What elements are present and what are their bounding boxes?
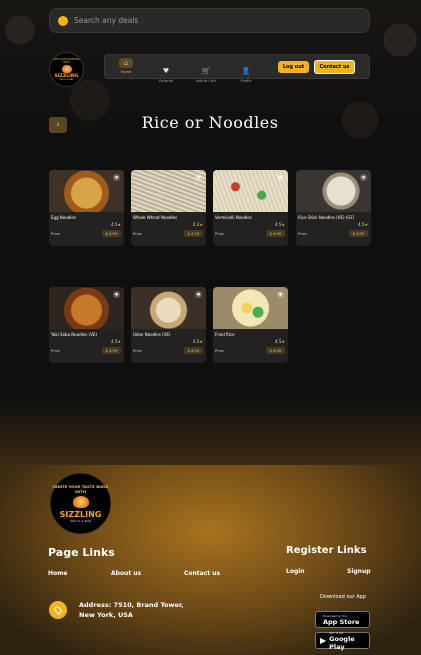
chevron-left-icon: ‹ [56, 120, 60, 130]
price-badge: $ 4.99 [183, 347, 203, 354]
star-icon: ★ [364, 222, 368, 227]
product-rating: 4.2★ [193, 222, 203, 227]
heart-icon[interactable]: ♥ [113, 174, 120, 181]
search-icon [58, 15, 68, 26]
product-name: Egg Noodles [51, 215, 76, 220]
product-rating: 4.5★ [275, 339, 285, 344]
price-label: Price [51, 232, 60, 236]
food-image: ♥ [213, 170, 288, 212]
food-image: ♥ [49, 170, 124, 212]
price-label: Price [51, 349, 60, 353]
price-badge: $ 4.99 [101, 347, 121, 354]
food-image: ♥ [296, 170, 371, 212]
price-label: Price [133, 232, 142, 236]
location-pin-icon [49, 601, 67, 619]
logo-name: SIZZLING [59, 510, 102, 519]
logo-sub: GRILLS & BAR [70, 519, 91, 523]
star-icon: ★ [117, 222, 121, 227]
page-title: Rice or Noodles [141, 113, 279, 132]
footer-link-signup[interactable]: Signup [347, 568, 371, 575]
app-store-button[interactable]: Download on the App Store [315, 611, 370, 628]
food-image: ♥ [131, 287, 206, 329]
logout-button[interactable]: Log out [278, 61, 309, 73]
product-name: Udon Noodles (VE) [133, 332, 171, 337]
play-icon: ▶ [320, 636, 327, 645]
footer-fade [0, 400, 421, 464]
food-image: ♥ [131, 170, 206, 212]
address-text: Address: 7510, Brand Tower, New York, US… [79, 601, 184, 619]
star-icon: ★ [199, 222, 203, 227]
nav-item-favorite[interactable]: ♥ Favorite [151, 58, 181, 83]
nav-item-profile[interactable]: 👤 Profile [231, 58, 261, 83]
heart-icon[interactable]: ♥ [113, 291, 120, 298]
heart-icon: ♥ [162, 67, 170, 75]
price-badge: $ 4.99 [265, 347, 285, 354]
product-name: Whole Wheat Noodles [133, 215, 178, 220]
food-image: ♥ [213, 287, 288, 329]
nav-label-cart: Add to Cart [196, 79, 216, 83]
product-name: Yaki Soba Noodles (VE) [51, 332, 98, 337]
food-image: ♥ [49, 287, 124, 329]
price-label: Price [133, 349, 142, 353]
price-badge: $ 4.99 [265, 230, 285, 237]
search-bar[interactable] [49, 8, 370, 33]
download-label: Download our App [320, 594, 367, 600]
search-input[interactable] [74, 16, 354, 25]
heart-icon[interactable]: ♥ [195, 291, 202, 298]
product-rating: 4.5★ [275, 222, 285, 227]
product-rating: 4.5★ [111, 222, 121, 227]
footer-link-contact[interactable]: Contact us [184, 570, 220, 577]
contact-button[interactable]: Contact us [314, 60, 355, 74]
footer-brand-logo[interactable]: IGNITE YOUR TASTE BUDS WITH SIZZLING GRI… [50, 473, 111, 534]
logo-tagline: IGNITE YOUR TASTE BUDS WITH [50, 58, 83, 64]
flame-icon [72, 496, 89, 508]
star-icon: ★ [281, 222, 285, 227]
price-label: Price [215, 349, 224, 353]
price-badge: $ 4.79 [183, 230, 203, 237]
price-label: Price [298, 232, 307, 236]
product-name: Fried Rice [215, 332, 235, 337]
product-card[interactable]: ♥ Egg Noodles 4.5★ Price $ 4.99 [49, 170, 124, 246]
cart-icon: 🛒 [201, 67, 211, 75]
star-icon: ★ [117, 339, 121, 344]
footer-link-about[interactable]: About us [111, 570, 141, 577]
nav-label-home: Home [120, 70, 132, 74]
product-card[interactable]: ♥ Yaki Soba Noodles (VE) 4.5★ Price $ 4.… [49, 287, 124, 363]
star-icon: ★ [199, 339, 203, 344]
heart-icon[interactable]: ♥ [195, 174, 202, 181]
star-icon: ★ [281, 339, 285, 344]
google-play-button[interactable]: ▶ GET IT ON Google Play [315, 631, 370, 651]
back-button[interactable]: ‹ [49, 117, 67, 133]
product-card[interactable]: ♥ Udon Noodles (VE) 4.5★ Price $ 4.99 [131, 287, 206, 363]
product-card[interactable]: ♥ Vermicelli Noodles 4.5★ Price $ 4.99 [213, 170, 288, 246]
flame-icon [61, 65, 72, 73]
product-card[interactable]: ♥ Rice Stick Noodles (VE) (GF) 4.5★ Pric… [296, 170, 371, 246]
logo-tagline: IGNITE YOUR TASTE BUDS WITH [52, 484, 109, 494]
product-card[interactable]: ♥ Whole Wheat Noodles 4.2★ Price $ 4.79 [131, 170, 206, 246]
price-label: Price [215, 232, 224, 236]
product-card[interactable]: ♥ Fried Rice 4.5★ Price $ 4.99 [213, 287, 288, 363]
footer-link-home[interactable]: Home [48, 570, 67, 577]
product-rating: 4.5★ [111, 339, 121, 344]
product-name: Vermicelli Noodles [215, 215, 252, 220]
nav-item-home[interactable]: ⌂ Home [111, 58, 141, 74]
price-badge: $ 4.99 [101, 230, 121, 237]
heart-icon[interactable]: ♥ [360, 174, 367, 181]
product-rating: 4.5★ [358, 222, 368, 227]
price-badge: $ 4.99 [348, 230, 368, 237]
product-name: Rice Stick Noodles (VE) (GF) [298, 215, 355, 220]
register-links-title: Register Links [286, 545, 367, 556]
nav-label-profile: Profile [240, 79, 252, 83]
footer-link-login[interactable]: Login [286, 568, 305, 575]
home-icon: ⌂ [123, 58, 129, 67]
user-icon: 👤 [241, 67, 251, 75]
product-rating: 4.5★ [193, 339, 203, 344]
brand-logo[interactable]: IGNITE YOUR TASTE BUDS WITH SIZZLING GRI… [49, 52, 84, 87]
nav-item-cart[interactable]: 🛒 Add to Cart [191, 58, 221, 83]
heart-icon[interactable]: ♥ [277, 291, 284, 298]
heart-icon[interactable]: ♥ [277, 174, 284, 181]
nav-label-favorite: Favorite [159, 79, 173, 83]
logo-sub: GRILLS & BAR [59, 79, 74, 81]
page-links-title: Page Links [48, 546, 115, 559]
